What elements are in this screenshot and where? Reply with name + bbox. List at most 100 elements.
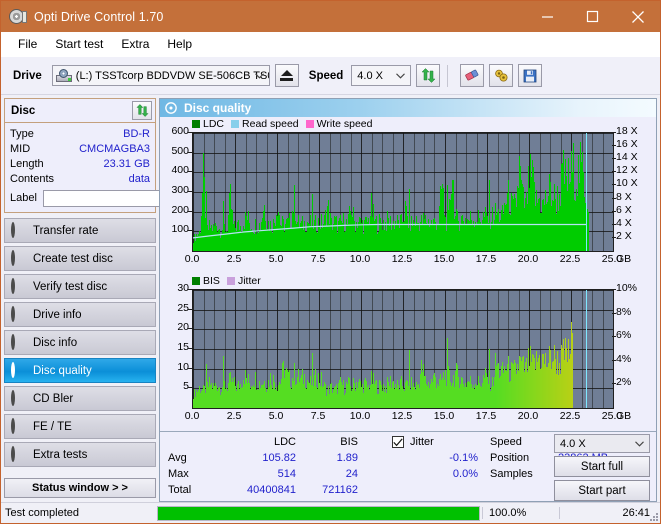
x-axis-tick-label: 2.5: [226, 253, 242, 265]
y2-axis-tick-label: 2 X: [616, 229, 632, 242]
legend-label: BIS: [203, 275, 220, 287]
y2-axis-tick-label: 10%: [616, 282, 638, 294]
stats-avg-ldc: 105.82: [262, 452, 296, 464]
erase-button[interactable]: [460, 64, 485, 87]
maximize-icon[interactable]: [570, 1, 615, 32]
disc-key-length: Length: [10, 157, 44, 170]
y2-axis-tick-label: 16 X: [616, 138, 638, 151]
y-axis-tick-label: 600: [171, 125, 189, 137]
y2-axis-tick-label: 2%: [616, 376, 632, 389]
grid-line: [613, 290, 614, 408]
close-icon[interactable]: [615, 1, 660, 32]
grid-line: [613, 133, 614, 251]
speed-select[interactable]: 4.0 X: [351, 65, 412, 86]
sidebar-item-transfer-rate[interactable]: Transfer rate: [4, 218, 156, 243]
y-axis-tick-label: 500: [171, 144, 189, 157]
read-speed-line: [193, 223, 587, 239]
eject-button[interactable]: [274, 64, 299, 87]
resize-grip-icon[interactable]: [648, 511, 658, 521]
legend-label: LDC: [203, 118, 225, 130]
sidebar-item-extra-tests[interactable]: Extra tests: [4, 442, 156, 467]
disc-key-mid: MID: [10, 142, 31, 155]
sidebar-item-label: Drive info: [33, 308, 82, 321]
refresh-button[interactable]: [416, 64, 441, 87]
chevron-down-icon: [396, 66, 406, 85]
bis-plot-area[interactable]: [192, 289, 614, 409]
refresh-icon: [421, 68, 436, 83]
disc-icon: [11, 417, 25, 434]
tools-button[interactable]: [489, 64, 514, 87]
jitter-column: Jitter -0.1% 0.0%: [392, 434, 478, 482]
minimize-icon[interactable]: [525, 1, 570, 32]
disc-icon: [11, 445, 25, 462]
y2-axis-tick: [612, 336, 616, 338]
sidebar-item-fe-te[interactable]: FE / TE: [4, 414, 156, 439]
ldc-plot-area[interactable]: [192, 132, 614, 252]
menu-file[interactable]: File: [9, 34, 46, 54]
sidebar-item-verify-test-disc[interactable]: Verify test disc: [4, 274, 156, 299]
x-axis-tick-label: 0.0: [184, 410, 200, 422]
sidebar-item-disc-quality[interactable]: Disc quality: [4, 358, 156, 383]
start-full-button[interactable]: Start full: [554, 456, 650, 477]
y2-axis-tick-label: 18 X: [616, 125, 638, 137]
disc-key-label: Label: [10, 192, 37, 204]
position-key: Position: [490, 452, 530, 464]
app-disc-icon: [9, 8, 27, 26]
y2-axis-tick-label: 8 X: [616, 190, 632, 203]
stats-row-total: Total 40400841 721162: [168, 482, 358, 498]
sidebar-item-disc-info[interactable]: Disc info: [4, 330, 156, 355]
y-axis-tick: [188, 289, 192, 290]
legend-entry: Read speed: [231, 118, 299, 130]
disc-value-contents: data: [128, 172, 150, 185]
disc-refresh-button[interactable]: [132, 101, 152, 120]
x-axis-tick-label: 7.5: [310, 253, 326, 265]
speed-select-value: 4.0 X: [357, 69, 383, 82]
stats-max-bis: 24: [345, 468, 358, 480]
disc-value-length: 23.31 GB: [103, 157, 150, 170]
test-speed-select[interactable]: 4.0 X: [554, 434, 650, 453]
sidebar-item-create-test-disc[interactable]: Create test disc: [4, 246, 156, 271]
drive-label: Drive: [13, 69, 42, 82]
title-bar: Opti Drive Control 1.70: [1, 1, 660, 32]
stats-label-avg: Avg: [168, 452, 187, 464]
sidebar-item-label: Disc info: [33, 336, 78, 349]
disc-icon: [11, 221, 25, 238]
refresh-icon: [135, 104, 149, 117]
disc-row-contents: Contents data: [10, 171, 150, 186]
y-axis-tick-label: 300: [171, 184, 189, 196]
stats-header-bis: BIS: [340, 436, 358, 448]
x-axis-tick-label: 22.5: [559, 410, 581, 422]
save-button[interactable]: [518, 64, 543, 87]
y2-axis-tick-label: 6 X: [616, 203, 632, 216]
status-window-button[interactable]: Status window > >: [4, 478, 156, 498]
bis-chart: BIS Jitter 30 25 20 15 10 5 10% 8% 6% 4% 2% 0.0 2.5…: [160, 274, 656, 431]
menu-help[interactable]: Help: [158, 34, 201, 54]
y-axis-tick: [188, 151, 192, 153]
sidebar-item-label: Verify test disc: [33, 280, 108, 293]
legend-swatch-icon: [226, 277, 235, 285]
y-axis-tick-label: 100: [171, 223, 189, 236]
legend-entry: Jitter: [226, 275, 261, 287]
speed-key: Speed: [490, 436, 522, 448]
app-window: Opti Drive Control 1.70 File Start test …: [0, 0, 661, 524]
jitter-avg-value: -0.1%: [449, 452, 478, 464]
menu-extra[interactable]: Extra: [112, 34, 158, 54]
sidebar-item-cd-bler[interactable]: CD Bler: [4, 386, 156, 411]
start-part-button[interactable]: Start part: [554, 480, 650, 501]
y2-axis-tick: [612, 383, 616, 385]
y2-axis-tick-label: 4 X: [616, 216, 632, 229]
x-axis-tick-label: 5.0: [268, 410, 284, 422]
toolbar: Drive (L:) TSSTcorp BDDVDW SE-506CB TS02…: [1, 57, 660, 95]
legend-entry: LDC: [192, 118, 224, 130]
jitter-toggle-row[interactable]: Jitter: [392, 434, 478, 450]
y-axis-tick: [188, 171, 192, 173]
drive-select[interactable]: (L:) TSSTcorp BDDVDW SE-506CB TS02: [51, 65, 270, 86]
stats-total-bis: 721162: [322, 484, 358, 496]
chevron-down-icon: [635, 435, 644, 452]
jitter-checkbox[interactable]: [392, 436, 404, 448]
data-bar: [572, 333, 573, 408]
sidebar-item-drive-info[interactable]: Drive info: [4, 302, 156, 327]
disc-icon: [11, 277, 25, 294]
menu-start-test[interactable]: Start test: [46, 34, 112, 54]
